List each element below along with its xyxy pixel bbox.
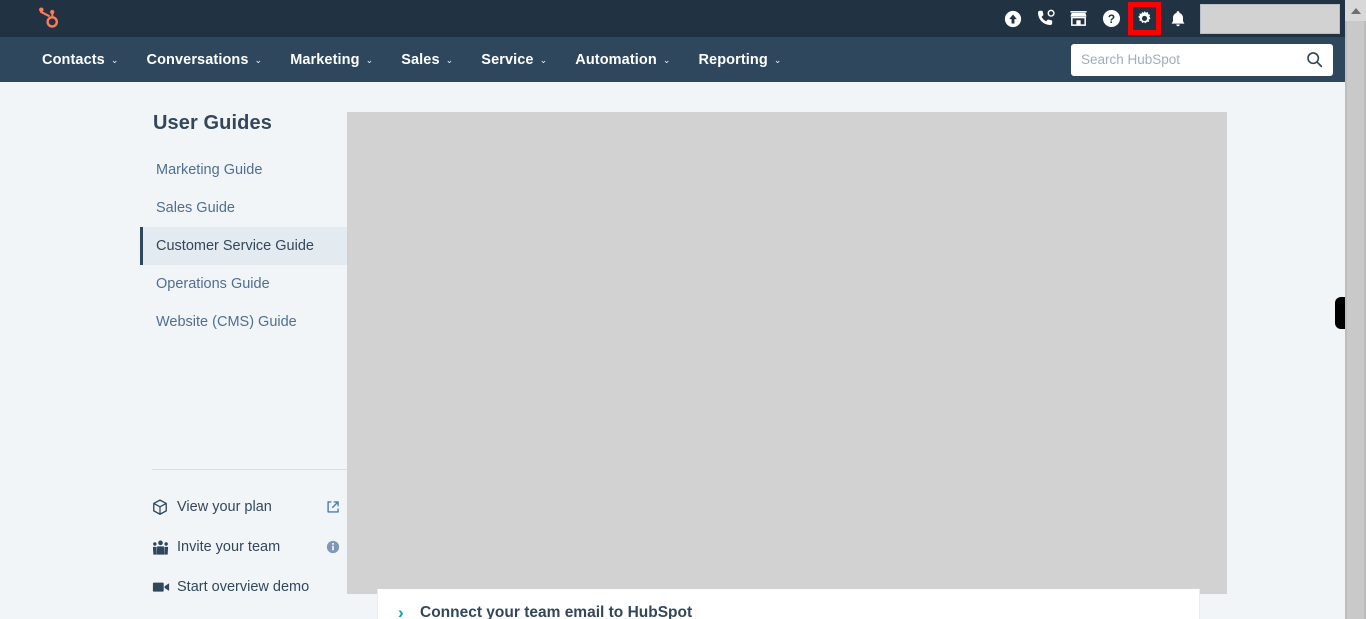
notifications-bell-icon[interactable] [1161,2,1194,35]
sidebar-item-label: Marketing Guide [156,162,263,178]
search-input[interactable] [1081,52,1306,67]
top-utility-bar: ? [0,0,1345,37]
sidebar-divider [152,469,347,470]
sidebar-item-list: Marketing Guide Sales Guide Customer Ser… [140,151,347,341]
nav-item-marketing[interactable]: Marketing ⌄ [276,37,387,82]
scrollbar-up-arrow-button[interactable] [1345,0,1366,21]
chevron-down-icon: ⌄ [662,55,671,65]
task-row-connect-team-email[interactable]: › Connect your team email to HubSpot [378,594,1199,619]
nav-item-label: Sales [401,51,440,68]
nav-item-service[interactable]: Service ⌄ [467,37,561,82]
main-content [347,82,1345,619]
sidebar-link-label: Invite your team [177,539,281,555]
triangle-up-icon [1350,7,1361,14]
chevron-down-icon: ⌄ [365,55,374,65]
scrollbar-thumb[interactable] [1347,21,1364,619]
media-placeholder[interactable] [347,112,1227,594]
nav-item-label: Automation [575,51,657,68]
task-row-container: › Connect your team email to HubSpot [377,589,1200,619]
help-icon[interactable]: ? [1095,2,1128,35]
sidebar-link-invite-your-team[interactable]: Invite your team [140,527,347,567]
sidebar-item-label: Website (CMS) Guide [156,314,297,330]
sidebar-item-label: Customer Service Guide [156,238,314,254]
call-icon[interactable] [1029,2,1062,35]
sidebar-item-website-cms-guide[interactable]: Website (CMS) Guide [140,303,347,341]
task-label: Connect your team email to HubSpot [420,604,693,619]
video-camera-icon [152,580,174,594]
page-title: User Guides [153,112,272,134]
nav-item-conversations[interactable]: Conversations ⌄ [133,37,277,82]
upgrade-icon[interactable] [996,2,1029,35]
nav-item-automation[interactable]: Automation ⌄ [561,37,684,82]
hubspot-logo-link[interactable] [0,0,96,37]
nav-item-sales[interactable]: Sales ⌄ [387,37,467,82]
chevron-down-icon: ⌄ [254,55,263,65]
marketplace-icon[interactable] [1062,2,1095,35]
nav-item-label: Service [481,51,534,68]
sidebar-quick-links: View your plan Invite your team Start ov… [140,487,347,607]
sidebar-link-label: View your plan [177,499,272,515]
nav-item-contacts[interactable]: Contacts ⌄ [28,37,133,82]
chevron-right-icon: › [398,603,404,619]
nav-item-list: Contacts ⌄ Conversations ⌄ Marketing ⌄ S… [0,37,796,82]
main-navigation-bar: Contacts ⌄ Conversations ⌄ Marketing ⌄ S… [0,37,1345,82]
global-search [1071,43,1333,76]
user-guides-sidebar: User Guides Marketing Guide Sales Guide … [140,82,347,619]
info-icon[interactable] [319,540,347,554]
sidebar-item-customer-service-guide[interactable]: Customer Service Guide [140,227,347,265]
topbar-icon-group: ? [996,0,1345,37]
search-icon[interactable] [1306,51,1323,68]
sidebar-item-marketing-guide[interactable]: Marketing Guide [140,151,347,189]
hubspot-sprocket-logo-icon [35,5,62,32]
chevron-down-icon: ⌄ [445,55,454,65]
external-link-icon[interactable] [319,500,347,514]
settings-gear-icon [1133,7,1156,30]
chevron-down-icon: ⌄ [773,55,782,65]
sidebar-link-view-your-plan[interactable]: View your plan [140,487,347,527]
account-menu-placeholder[interactable] [1200,3,1340,34]
search-box[interactable] [1071,43,1333,76]
cube-icon [152,498,174,516]
sidebar-link-label: Start overview demo [177,579,310,595]
page-body: User Guides Marketing Guide Sales Guide … [0,82,1345,619]
nav-item-label: Conversations [146,51,249,68]
chevron-down-icon: ⌄ [539,55,548,65]
chevron-down-icon: ⌄ [110,55,119,65]
nav-item-label: Reporting [698,51,768,68]
sidebar-item-sales-guide[interactable]: Sales Guide [140,189,347,227]
svg-text:?: ? [1108,12,1115,26]
sidebar-link-start-overview-demo[interactable]: Start overview demo [140,567,347,607]
edge-cursor-indicator [1335,297,1345,329]
sidebar-item-operations-guide[interactable]: Operations Guide [140,265,347,303]
nav-item-label: Marketing [290,51,360,68]
nav-item-reporting[interactable]: Reporting ⌄ [684,37,795,82]
settings-gear-button[interactable] [1128,2,1161,35]
page-scrollbar[interactable] [1345,0,1366,619]
sidebar-item-label: Operations Guide [156,276,270,292]
people-icon [152,539,174,556]
nav-item-label: Contacts [42,51,105,68]
sidebar-item-label: Sales Guide [156,200,235,216]
